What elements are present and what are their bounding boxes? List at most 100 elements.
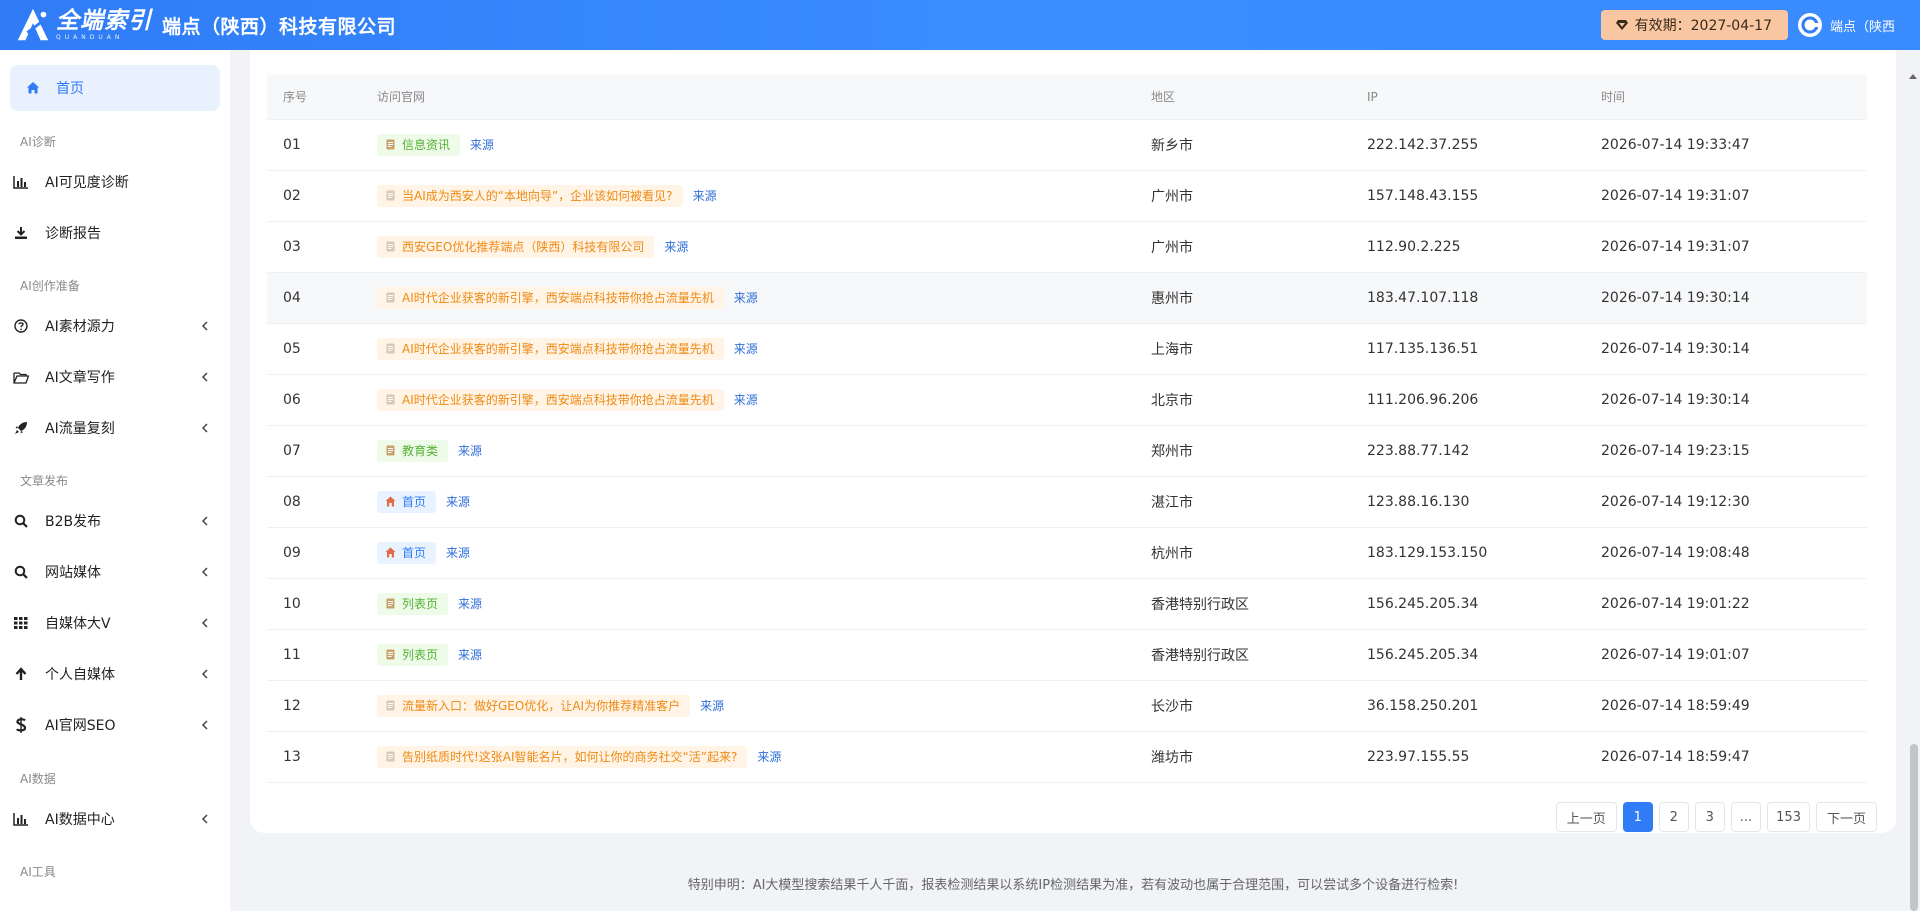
page-button-last[interactable]: 153 [1767, 802, 1810, 832]
sidebar-item-website-media[interactable]: 网站媒体 [0, 552, 230, 592]
cell-seq: 04 [283, 289, 301, 306]
chevron-left-icon [201, 567, 208, 577]
chevron-left-icon [201, 321, 208, 331]
page-tag[interactable]: 首页 [377, 541, 437, 564]
source-link[interactable]: 来源 [700, 699, 724, 713]
cell-site: 教育类 来源 [361, 425, 1135, 476]
page-tag[interactable]: 信息资讯 [377, 133, 461, 156]
sidebar-item-b2b-publish[interactable]: B2B发布 [0, 501, 230, 541]
source-link[interactable]: 来源 [664, 240, 688, 254]
search-icon [13, 513, 29, 529]
document-icon [386, 598, 395, 609]
source-link[interactable]: 来源 [458, 597, 482, 611]
sidebar-item-ai-material[interactable]: AI素材源力 [0, 306, 230, 346]
page-tag-label: 西安GEO优化推荐端点（陕西）科技有限公司 [402, 240, 645, 254]
sidebar-item-label: 个人自媒体 [45, 667, 115, 683]
cell-site: 信息资讯 来源 [361, 119, 1135, 170]
page-tag[interactable]: AI时代企业获客的新引擎，西安端点科技带你抢占流量先机 [377, 337, 724, 360]
cell-time: 2026-07-14 19:30:14 [1601, 340, 1750, 357]
sidebar-item-label: AI可见度诊断 [45, 175, 129, 191]
scrollbar-thumb[interactable] [1910, 744, 1918, 911]
page-tag[interactable]: 当AI成为西安人的“本地向导”，企业该如何被看见? [377, 184, 683, 207]
prev-page-button[interactable]: 上一页 [1555, 802, 1617, 832]
cell-time: 2026-07-14 19:30:14 [1601, 391, 1750, 408]
source-link[interactable]: 来源 [757, 750, 781, 764]
sidebar-item-self-media-v[interactable]: 自媒体大V [0, 603, 230, 643]
sidebar-item-ai-traffic[interactable]: AI流量复刻 [0, 408, 230, 448]
page-tag[interactable]: AI时代企业获客的新引擎，西安端点科技带你抢占流量先机 [377, 286, 724, 309]
page-tag[interactable]: 告别纸质时代!这张AI智能名片，如何让你的商务社交“活”起来? [377, 745, 748, 768]
source-link[interactable]: 来源 [458, 444, 482, 458]
page-tag[interactable]: 流量新入口：做好GEO优化，让AI为你推荐精准客户 [377, 694, 691, 717]
logo[interactable]: 全端索引 QUANDUAN [0, 0, 152, 50]
cell-area: 香港特别行政区 [1151, 647, 1249, 664]
scroll-up-arrow-icon[interactable] [1909, 74, 1917, 79]
page-button-3[interactable]: 3 [1694, 802, 1725, 832]
column-header-ip: IP [1351, 75, 1585, 120]
column-header-area: 地区 [1135, 75, 1351, 120]
document-icon [386, 139, 395, 150]
cell-time: 2026-07-14 19:30:14 [1601, 289, 1750, 306]
page-tag-label: 首页 [402, 495, 427, 509]
source-link[interactable]: 来源 [446, 495, 470, 509]
source-link[interactable]: 来源 [734, 342, 758, 356]
page-tag[interactable]: 列表页 [377, 643, 449, 666]
cell-ip: 156.245.205.34 [1367, 646, 1479, 663]
sidebar-item-label: AI素材源力 [45, 319, 115, 335]
sidebar-item-diagnosis-report[interactable]: 诊断报告 [0, 213, 230, 253]
page-tag[interactable]: AI时代企业获客的新引擎，西安端点科技带你抢占流量先机 [377, 388, 724, 411]
cell-seq: 01 [283, 136, 301, 153]
sidebar-item-ai-data-center[interactable]: AI数据中心 [0, 799, 230, 839]
sidebar-item-home[interactable]: 首页 [10, 65, 220, 111]
cell-ip: 183.129.153.150 [1367, 544, 1488, 561]
source-link[interactable]: 来源 [734, 291, 758, 305]
cell-area: 广州市 [1151, 239, 1193, 256]
table-row: 13 告别纸质时代!这张AI智能名片，如何让你的商务社交“活”起来? 来源 潍坊市 22… [267, 731, 1867, 782]
document-icon [386, 751, 395, 762]
document-icon [386, 241, 395, 252]
cell-time: 2026-07-14 19:01:07 [1601, 646, 1750, 663]
document-icon [386, 445, 395, 456]
sidebar-item-ai-article[interactable]: AI文章写作 [0, 357, 230, 397]
page-scrollbar[interactable] [1906, 50, 1920, 911]
home-icon [385, 547, 396, 558]
cell-seq: 12 [283, 697, 301, 714]
source-link[interactable]: 来源 [458, 648, 482, 662]
user-avatar[interactable] [1798, 13, 1822, 37]
sidebar-section-title: 文章发布 [20, 474, 69, 488]
cell-seq: 13 [283, 748, 301, 765]
source-link[interactable]: 来源 [470, 138, 494, 152]
source-link[interactable]: 来源 [693, 189, 717, 203]
page-tag[interactable]: 西安GEO优化推荐端点（陕西）科技有限公司 [377, 235, 655, 258]
page-tag[interactable]: 教育类 [377, 439, 449, 462]
sidebar-section-title: AI创作准备 [20, 279, 80, 293]
source-link[interactable]: 来源 [734, 393, 758, 407]
sidebar-item-personal-media[interactable]: 个人自媒体 [0, 654, 230, 694]
cell-time: 2026-07-14 19:01:22 [1601, 595, 1750, 612]
user-name[interactable]: 端点（陕西 [1830, 16, 1920, 35]
cell-ip: 112.90.2.225 [1367, 238, 1461, 255]
folder-open-icon [13, 369, 29, 385]
cell-area: 郑州市 [1151, 443, 1193, 460]
logo-text: 全端索引 [56, 7, 152, 34]
page-ellipsis[interactable]: ... [1730, 802, 1762, 832]
expiry-badge[interactable]: 有效期：2027-04-17 [1600, 10, 1788, 40]
source-link[interactable]: 来源 [446, 546, 470, 560]
cell-site: 首页 来源 [361, 527, 1135, 578]
cell-site: 列表页 来源 [361, 629, 1135, 680]
page-tag[interactable]: 列表页 [377, 592, 449, 615]
page-tag[interactable]: 首页 [377, 490, 437, 513]
page-button-2[interactable]: 2 [1658, 802, 1689, 832]
next-page-button[interactable]: 下一页 [1815, 802, 1877, 832]
page-button-1[interactable]: 1 [1622, 802, 1653, 832]
sidebar-section-title: AI诊断 [20, 135, 56, 149]
search-icon [13, 564, 29, 580]
document-icon [386, 190, 395, 201]
cell-ip: 222.142.37.255 [1367, 136, 1479, 153]
sidebar: 首页 AI诊断 AI可见度诊断 诊断报告 AI创作准备 AI素材源力 AI文章写… [0, 50, 230, 911]
cell-area: 湛江市 [1151, 494, 1193, 511]
avatar-logo-icon [1801, 16, 1819, 34]
sidebar-item-ai-seo[interactable]: AI官网SEO [0, 705, 230, 745]
sidebar-item-ai-visibility[interactable]: AI可见度诊断 [0, 162, 230, 202]
table-row: 03 西安GEO优化推荐端点（陕西）科技有限公司 来源 广州市 112.90.2.225… [267, 221, 1867, 272]
